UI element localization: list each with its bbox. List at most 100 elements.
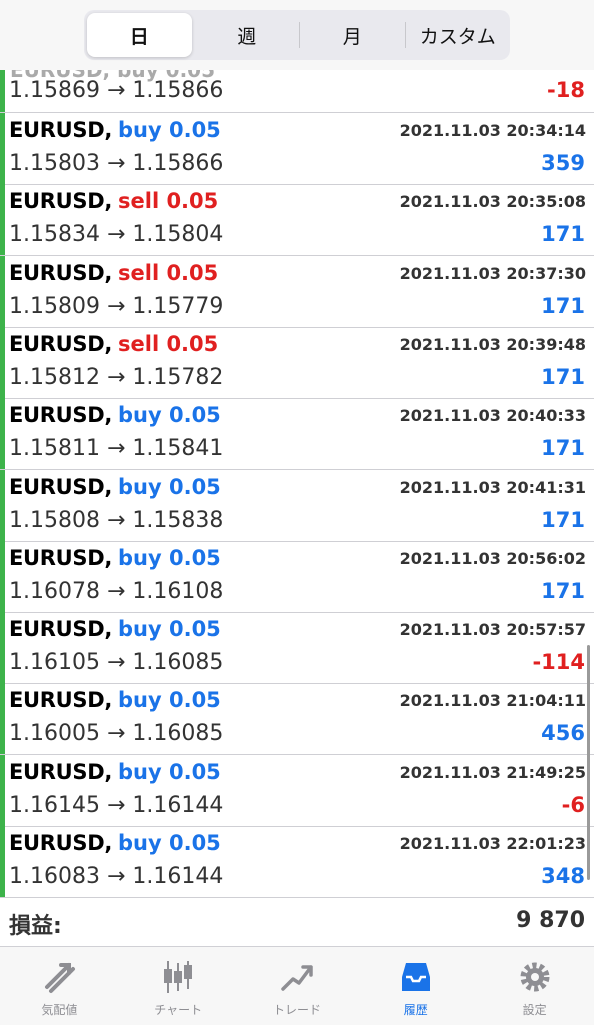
profit-label: 損益: bbox=[9, 914, 62, 939]
trade-time: 2021.11.03 20:39:48 bbox=[399, 334, 586, 354]
trade-symbol: EURUSD, bbox=[9, 617, 113, 642]
trade-symbol: EURUSD, bbox=[9, 759, 113, 784]
trade-time: 2021.11.03 20:37:30 bbox=[399, 263, 586, 283]
trade-prices: 1.16105 → 1.16085 bbox=[9, 650, 224, 676]
trade-symbol: EURUSD, bbox=[9, 545, 113, 570]
tab-label: 設定 bbox=[522, 1003, 547, 1017]
trade-icon bbox=[281, 965, 313, 991]
trade-side: sell 0.05 bbox=[118, 331, 219, 356]
trade-prices: 1.15811 → 1.15841 bbox=[9, 436, 224, 462]
trade-profit: 456 bbox=[541, 721, 585, 746]
row-indicator bbox=[0, 612, 5, 684]
profit-value: 9 870 bbox=[516, 908, 585, 933]
trade-side: buy 0.05 bbox=[118, 403, 221, 428]
trade-side: buy 0.05 bbox=[118, 688, 221, 713]
trade-symbol: EURUSD, bbox=[9, 688, 113, 713]
trade-profit: 171 bbox=[541, 507, 585, 532]
trade-prices: 1.15803 → 1.15866 bbox=[9, 151, 224, 176]
trade-time: 2021.11.03 21:04:11 bbox=[399, 691, 586, 711]
row-indicator bbox=[0, 184, 5, 256]
row-indicator bbox=[0, 683, 5, 755]
tab-label: チャート bbox=[154, 1003, 203, 1017]
trade-profit: 171 bbox=[541, 293, 585, 318]
row-indicator bbox=[0, 398, 5, 470]
trade-row[interactable]: EURUSD, sell 0.05 2021.11.03 20:37:30 1.158… bbox=[0, 255, 594, 328]
trade-side: buy 0.05 bbox=[118, 545, 221, 570]
trade-profit: -6 bbox=[561, 792, 585, 817]
tab-label: 履歴 bbox=[403, 1003, 428, 1017]
trade-side: buy 0.05 bbox=[118, 617, 221, 642]
trade-row[interactable]: EURUSD, buy 0.05 2021.11.03 20:56:02 1.1607… bbox=[0, 540, 594, 613]
segment-custom[interactable]: カスタム bbox=[406, 13, 511, 57]
trade-row[interactable]: EURUSD, buy 0.05 2021.11.03 21:04:11 1.1600… bbox=[0, 683, 594, 756]
trade-profit: -18 bbox=[547, 78, 585, 102]
trade-row[interactable]: EURUSD, buy 0.05 2021.11.03 20:40:33 1.1581… bbox=[0, 398, 594, 471]
trade-side: buy 0.05 bbox=[118, 474, 221, 499]
summary-bar: 損益: 9 870 bbox=[0, 898, 594, 948]
trade-time: 2021.11.03 20:34:14 bbox=[399, 121, 586, 140]
trade-profit: -114 bbox=[532, 650, 585, 675]
trade-prices: 1.15812 → 1.15782 bbox=[9, 364, 224, 390]
trade-profit: 171 bbox=[541, 578, 585, 603]
trade-profit: 171 bbox=[541, 364, 585, 389]
segment-week[interactable]: 週 bbox=[195, 13, 300, 57]
trade-prices: 1.15808 → 1.15838 bbox=[9, 507, 224, 533]
trade-prices: 1.15869 → 1.15866 bbox=[9, 78, 224, 103]
trade-symbol: EURUSD, bbox=[9, 189, 113, 214]
trade-profit: 171 bbox=[541, 222, 585, 247]
trade-side: buy 0.05 bbox=[118, 831, 221, 855]
trade-row[interactable]: EURUSD, sell 0.05 2021.11.03 20:39:48 1.158… bbox=[0, 326, 594, 399]
row-indicator bbox=[0, 326, 5, 398]
settings-icon bbox=[520, 962, 550, 992]
history-list[interactable]: EURUSD, buy 0.05 1.15869 → 1.15866 -18 E… bbox=[0, 70, 594, 898]
row-indicator bbox=[0, 113, 5, 184]
tab-bar: 気配値 チャート トレード 履歴 設定 bbox=[0, 946, 594, 1025]
trade-row[interactable]: EURUSD, sell 0.05 2021.11.03 20:35:08 1.158… bbox=[0, 184, 594, 257]
row-indicator bbox=[0, 469, 5, 541]
segment-month[interactable]: 月 bbox=[300, 13, 405, 57]
segment-day[interactable]: 日 bbox=[87, 13, 192, 57]
trade-time: 2021.11.03 20:35:08 bbox=[399, 192, 586, 212]
trade-side: sell 0.05 bbox=[118, 189, 219, 214]
trade-time: 2021.11.03 21:49:25 bbox=[399, 762, 586, 782]
trade-symbol: EURUSD, bbox=[9, 474, 113, 499]
trade-prices: 1.16145 → 1.16144 bbox=[9, 792, 224, 818]
trade-symbol: EURUSD, bbox=[9, 118, 113, 142]
trade-time: 2021.11.03 20:41:31 bbox=[399, 477, 586, 497]
trade-profit: 171 bbox=[541, 436, 585, 461]
period-segmented-control: 日 週 月 カスタム bbox=[84, 10, 510, 60]
trade-row[interactable]: EURUSD, buy 0.05 2021.11.03 20:41:31 1.1580… bbox=[0, 469, 594, 542]
trade-prices: 1.16083 → 1.16144 bbox=[9, 864, 224, 889]
tab-trade[interactable]: トレード bbox=[238, 947, 357, 1025]
trade-row[interactable]: EURUSD, buy 0.05 2021.11.03 22:01:23 1.1608… bbox=[0, 826, 594, 898]
trade-row[interactable]: EURUSD, buy 0.05 2021.11.03 20:34:14 1.1580… bbox=[0, 113, 594, 185]
tab-history[interactable]: 履歴 bbox=[356, 947, 475, 1025]
trade-time: 2021.11.03 22:01:23 bbox=[399, 834, 586, 853]
tab-label: トレード bbox=[272, 1003, 321, 1017]
trade-side: buy 0.05 bbox=[118, 118, 221, 142]
tab-chart[interactable]: チャート bbox=[119, 947, 238, 1025]
trade-row[interactable]: EURUSD, buy 0.05 2021.11.03 20:57:57 1.1610… bbox=[0, 612, 594, 685]
tab-quotes[interactable]: 気配値 bbox=[0, 947, 119, 1025]
trade-side: buy 0.05 bbox=[118, 759, 221, 784]
trade-prices: 1.15834 → 1.15804 bbox=[9, 222, 224, 248]
trade-prices: 1.15809 → 1.15779 bbox=[9, 293, 224, 319]
trade-time: 2021.11.03 20:56:02 bbox=[399, 548, 586, 568]
trade-row-partial[interactable]: EURUSD, buy 0.05 1.15869 → 1.15866 -18 bbox=[0, 70, 594, 113]
chart-icon bbox=[164, 961, 193, 993]
trade-prices: 1.16005 → 1.16085 bbox=[9, 721, 224, 747]
trade-time: 2021.11.03 20:40:33 bbox=[399, 406, 586, 426]
trade-symbol: EURUSD, bbox=[9, 831, 113, 855]
trade-time: 2021.11.03 20:57:57 bbox=[399, 620, 586, 640]
trade-row[interactable]: EURUSD, buy 0.05 2021.11.03 21:49:25 1.1614… bbox=[0, 754, 594, 827]
trade-symbol: EURUSD, bbox=[9, 403, 113, 428]
trade-side: sell 0.05 bbox=[118, 260, 219, 285]
tab-label: 気配値 bbox=[41, 1003, 78, 1017]
tab-settings[interactable]: 設定 bbox=[475, 947, 594, 1025]
trade-prices: 1.16078 → 1.16108 bbox=[9, 578, 224, 604]
top-bar: 日 週 月 カスタム bbox=[0, 0, 594, 70]
scrollbar[interactable] bbox=[587, 645, 590, 880]
row-indicator bbox=[0, 540, 5, 612]
trade-symbol: EURUSD, bbox=[9, 260, 113, 285]
trade-profit: 359 bbox=[541, 151, 585, 175]
